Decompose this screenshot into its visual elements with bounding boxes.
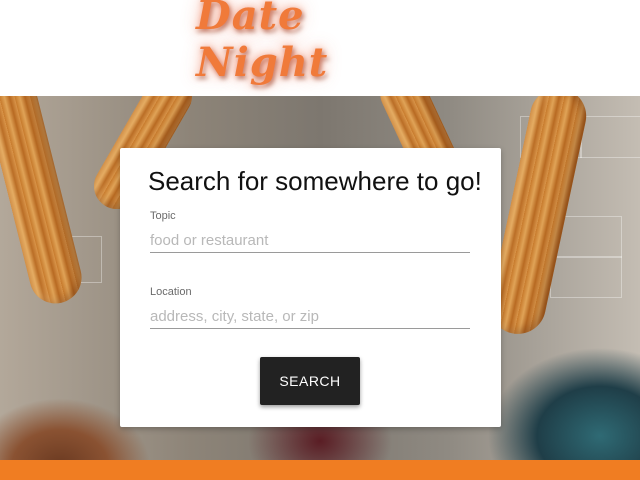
topic-label: Topic — [150, 210, 176, 222]
header: Date Night — [0, 0, 640, 96]
topic-input[interactable] — [150, 228, 470, 253]
logo[interactable]: Date Night — [196, 0, 436, 86]
location-label: Location — [150, 286, 192, 298]
wall-tile — [580, 116, 640, 158]
search-button[interactable]: SEARCH — [260, 357, 360, 405]
footer-bar — [0, 460, 640, 480]
churro-left — [0, 96, 88, 309]
search-card: Search for somewhere to go! Topic Locati… — [120, 148, 501, 427]
location-input[interactable] — [150, 304, 470, 329]
search-card-title: Search for somewhere to go! — [148, 166, 482, 196]
wall-tile — [550, 256, 622, 298]
